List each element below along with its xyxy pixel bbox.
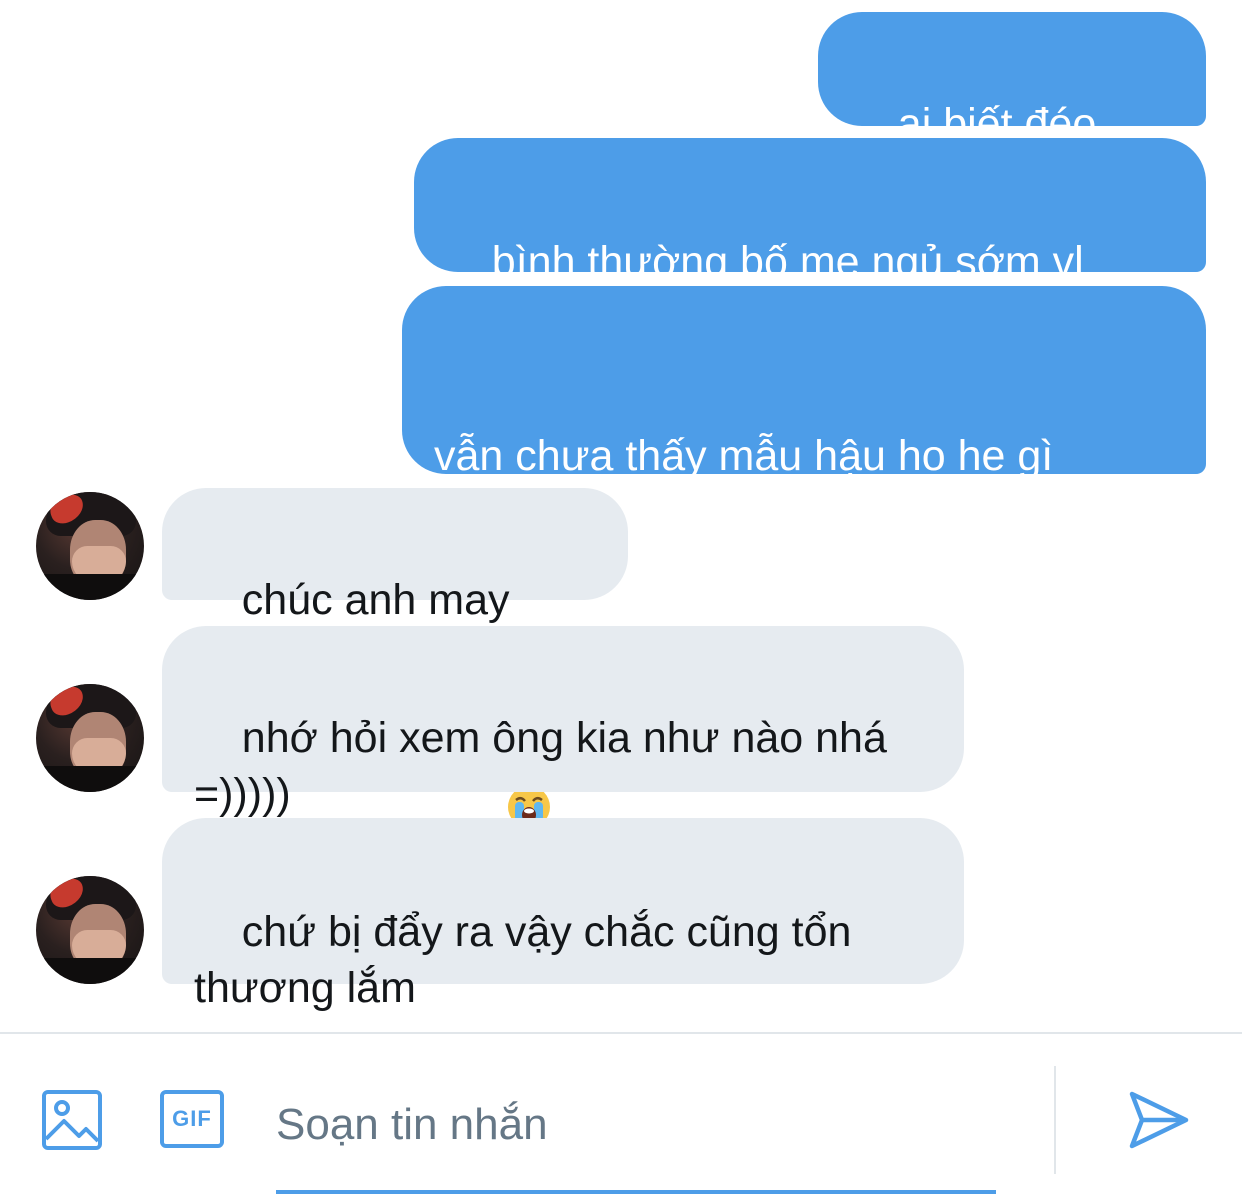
message-input[interactable]: [276, 1080, 996, 1170]
image-icon: [42, 1090, 102, 1150]
message-text: bình thường bố mẹ ngủ sớm vl: [491, 238, 1084, 286]
avatar[interactable]: [36, 876, 144, 984]
send-button[interactable]: [1120, 1084, 1196, 1156]
send-divider: [1054, 1066, 1056, 1174]
message-text: chứ bị đẩy ra vậy chắc cũng tổn thương l…: [194, 908, 852, 1012]
sent-message[interactable]: vẫn chưa thấy mẫu hậu ho he gì: [402, 286, 1206, 828]
input-underline: [276, 1190, 996, 1194]
gif-button[interactable]: GIF: [158, 1088, 226, 1150]
avatar[interactable]: [36, 684, 144, 792]
composer-divider: [0, 1032, 1242, 1034]
sent-message[interactable]: ai biết đéo đâu: [818, 12, 1206, 204]
gif-label: GIF: [172, 1106, 212, 1131]
gif-icon: GIF: [160, 1090, 224, 1148]
received-message[interactable]: chúc anh may mắn: [162, 488, 628, 680]
received-message[interactable]: chứ bị đẩy ra vậy chắc cũng tổn thương l…: [162, 818, 964, 1012]
dm-conversation-screen: ai biết đéo đâu bình thường bố mẹ ngủ sớ…: [0, 0, 1242, 1198]
media-button[interactable]: [38, 1086, 106, 1154]
send-icon: [1129, 1091, 1189, 1149]
avatar[interactable]: [36, 492, 144, 600]
sent-message[interactable]: bình thường bố mẹ ngủ sớm vl: [414, 138, 1206, 332]
received-message[interactable]: nhớ hỏi xem ông kia như nào nhá =))))): [162, 626, 964, 818]
message-text: vẫn chưa thấy mẫu hậu ho he gì: [434, 432, 1054, 480]
